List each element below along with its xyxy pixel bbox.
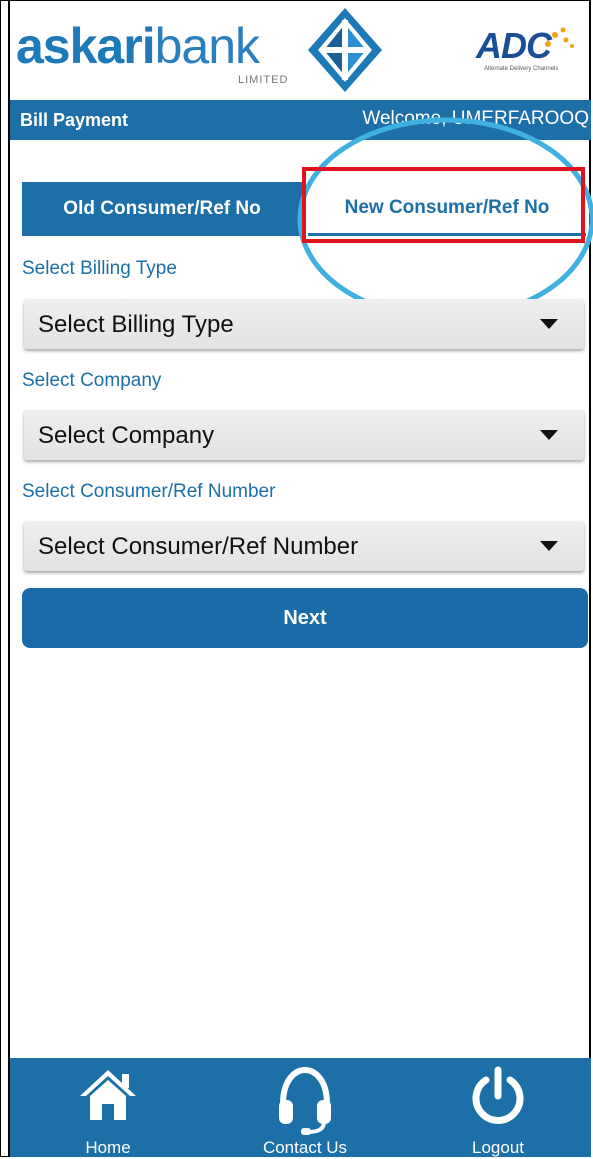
page-title: Bill Payment bbox=[20, 110, 129, 130]
nav-contact-us[interactable]: Contact Us bbox=[235, 1058, 375, 1157]
company-value: Select Company bbox=[38, 422, 215, 449]
nav-home-label: Home bbox=[85, 1138, 131, 1157]
nav-home[interactable]: Home bbox=[38, 1058, 178, 1157]
billing-type-value: Select Billing Type bbox=[38, 311, 234, 338]
billing-type-label: Select Billing Type bbox=[22, 258, 177, 279]
title-bar: Bill Payment Welcome, UMERFAROOQ bbox=[10, 100, 591, 140]
billing-type-select[interactable]: Select Billing Type bbox=[24, 299, 584, 349]
company-label: Select Company bbox=[22, 370, 162, 391]
askari-logo-mark-icon bbox=[308, 8, 382, 92]
dropdown-caret-icon bbox=[540, 319, 558, 329]
nav-contact-label: Contact Us bbox=[262, 1138, 348, 1157]
nav-logout[interactable]: Logout bbox=[428, 1058, 568, 1157]
power-icon bbox=[472, 1066, 524, 1124]
tab-new-consumer[interactable]: New Consumer/Ref No bbox=[308, 182, 586, 236]
bottom-nav: Home Contact Us Logout bbox=[10, 1058, 591, 1157]
adc-logo: ADC Alternate Delivery Channels bbox=[476, 26, 576, 78]
dropdown-caret-icon bbox=[540, 430, 558, 440]
adc-dots-icon bbox=[545, 27, 574, 48]
logo-subtitle: LIMITED bbox=[238, 74, 289, 86]
next-button[interactable]: Next bbox=[22, 588, 588, 648]
headset-icon bbox=[279, 1066, 331, 1135]
consumer-tabs: Old Consumer/Ref No New Consumer/Ref No bbox=[22, 182, 588, 236]
welcome-text: Welcome, UMERFAROOQ bbox=[362, 108, 589, 129]
consumer-number-select[interactable]: Select Consumer/Ref Number bbox=[24, 521, 584, 571]
askari-bank-logo: askaribank bbox=[16, 18, 260, 74]
app-header: askaribank LIMITED ADC Alternate Deliver… bbox=[8, 0, 591, 100]
consumer-number-value: Select Consumer/Ref Number bbox=[38, 533, 359, 560]
app-viewport bbox=[8, 0, 591, 1157]
consumer-number-label: Select Consumer/Ref Number bbox=[22, 481, 276, 502]
tab-old-consumer[interactable]: Old Consumer/Ref No bbox=[22, 182, 302, 236]
dropdown-caret-icon bbox=[540, 541, 558, 551]
nav-logout-label: Logout bbox=[472, 1138, 524, 1157]
home-icon bbox=[80, 1070, 136, 1120]
company-select[interactable]: Select Company bbox=[24, 410, 584, 460]
